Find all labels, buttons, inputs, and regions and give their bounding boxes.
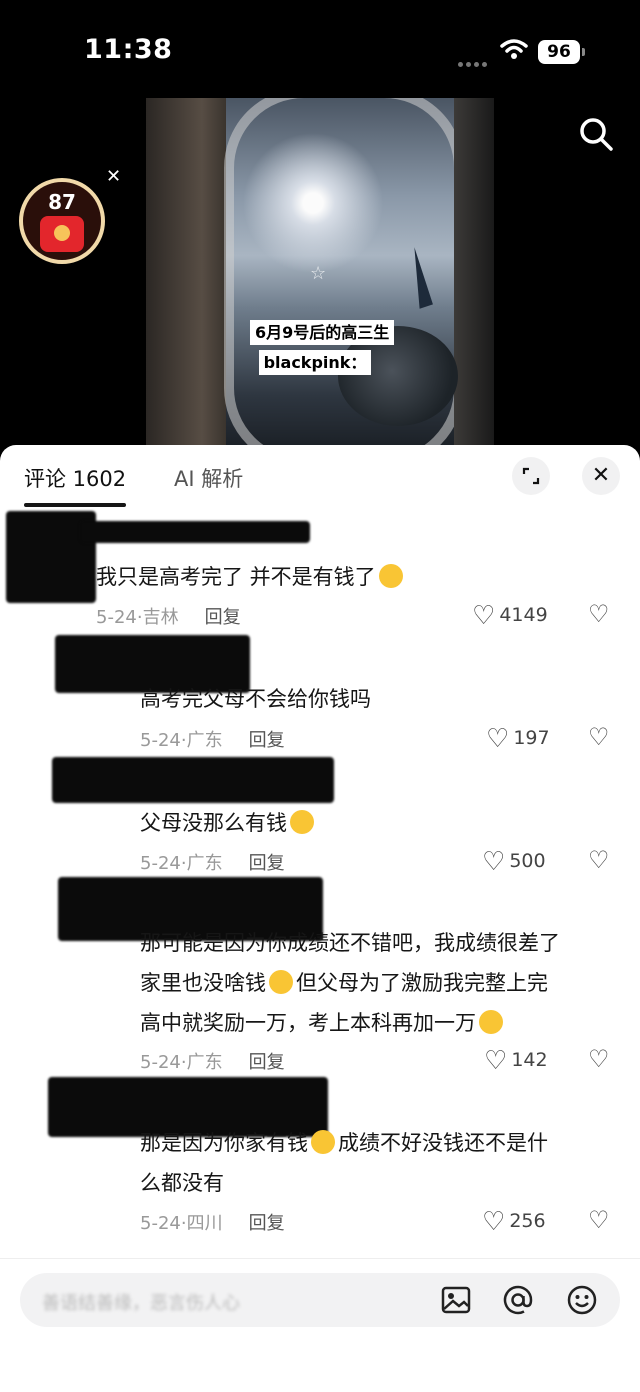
crying-emoji-icon: [311, 1130, 335, 1154]
window-frame: [146, 98, 226, 448]
signal-dots-icon: [458, 52, 490, 71]
expand-button[interactable]: [512, 457, 550, 495]
reply-button[interactable]: 回复: [249, 1052, 285, 1073]
expand-icon: [522, 467, 540, 485]
sheet-tabs: 评论 1602 AI 解析 ✕: [0, 445, 640, 507]
status-bar: 11:38 96: [0, 0, 640, 100]
reply-button[interactable]: 回复: [249, 1213, 285, 1234]
laugh-cry-emoji-icon: [378, 564, 403, 588]
dislike-broken-heart-icon[interactable]: ♡: [588, 723, 610, 751]
input-placeholder: 善语结善缘，恶言伤人心: [42, 1293, 240, 1314]
woozy-emoji-icon: [479, 1010, 503, 1034]
comment-text: 父母没那么有钱: [140, 803, 317, 843]
comment-text-line: 那是因为你家有钱 成绩不好没钱还不是什: [140, 1130, 548, 1155]
comment-text-line: 么都没有: [140, 1171, 224, 1195]
reply-button[interactable]: 回复: [205, 607, 241, 628]
comment-text: 高考完父母不会给你钱吗: [140, 687, 371, 711]
woozy-emoji-icon: [290, 810, 314, 834]
like-button[interactable]: ♡ 500: [482, 847, 546, 877]
comment-meta: 5-24·四川 回复: [140, 1213, 285, 1234]
heart-icon: ♡: [482, 1207, 506, 1237]
image-icon[interactable]: [440, 1284, 472, 1316]
reply-button[interactable]: 回复: [249, 853, 285, 874]
red-packet-widget[interactable]: 87: [19, 178, 105, 264]
star-icon: ☆: [310, 263, 327, 284]
mention-icon[interactable]: [502, 1284, 534, 1316]
comment-text: 我只是高考完了 并不是有钱了: [96, 557, 406, 597]
dislike-broken-heart-icon[interactable]: ♡: [588, 600, 610, 628]
comment-meta: 5-24·广东 回复: [140, 1052, 285, 1073]
redacted-username: [80, 521, 310, 543]
close-icon[interactable]: ✕: [106, 166, 121, 187]
comment-meta: 5-24·广东 回复: [140, 730, 285, 751]
battery-indicator: 96: [538, 40, 585, 64]
like-button[interactable]: ♡ 256: [482, 1207, 546, 1237]
heart-icon: ♡: [484, 1046, 508, 1076]
dislike-broken-heart-icon[interactable]: ♡: [588, 1206, 610, 1234]
video-caption: 6月9号后的高三生: [250, 319, 395, 345]
comment-input-bar: 善语结善缘，恶言伤人心: [0, 1258, 640, 1392]
window-frame-right: [454, 98, 494, 448]
dislike-broken-heart-icon[interactable]: ♡: [588, 846, 610, 874]
crying-emoji-icon: [269, 970, 293, 994]
comment-meta: 5-24·吉林 回复: [96, 607, 241, 628]
like-button[interactable]: ♡ 142: [484, 1046, 548, 1076]
tab-underline: [24, 503, 126, 507]
comments-sheet: 评论 1602 AI 解析 ✕ 我只是高考完了 并不是有钱了 5-24·吉林 回复…: [0, 445, 640, 1391]
like-button[interactable]: ♡ 4149: [472, 601, 548, 631]
heart-icon: ♡: [486, 724, 510, 754]
heart-icon: ♡: [482, 847, 506, 877]
red-packet-count: 87: [48, 190, 76, 214]
video-player[interactable]: ☆ 6月9号后的高三生 blackpink：: [146, 98, 494, 448]
comment-text-line: 家里也没啥钱 但父母为了激励我完整上完: [140, 970, 548, 995]
search-icon[interactable]: [578, 116, 614, 152]
heart-icon: ♡: [472, 601, 496, 631]
reply-button[interactable]: 回复: [249, 730, 285, 751]
redacted-username: [52, 757, 334, 803]
red-envelope-icon: [40, 216, 84, 252]
video-caption-2: blackpink：: [250, 349, 380, 375]
dislike-broken-heart-icon[interactable]: ♡: [588, 1045, 610, 1073]
emoji-icon[interactable]: [566, 1284, 598, 1316]
like-button[interactable]: ♡ 197: [486, 724, 550, 754]
tab-ai-analysis[interactable]: AI 解析: [174, 463, 243, 493]
tab-comments[interactable]: 评论 1602: [24, 463, 126, 493]
close-sheet-button[interactable]: ✕: [582, 457, 620, 495]
close-icon: ✕: [591, 463, 611, 488]
comment-meta: 5-24·广东 回复: [140, 853, 285, 874]
comment-input[interactable]: 善语结善缘，恶言伤人心: [20, 1273, 620, 1327]
comment-text-line: 那可能是因为你成绩还不错吧，我成绩很差了: [140, 931, 560, 955]
status-time: 11:38: [84, 34, 173, 65]
comment-text-line: 高中就奖励一万，考上本科再加一万: [140, 1003, 506, 1043]
wifi-icon: [500, 39, 528, 59]
